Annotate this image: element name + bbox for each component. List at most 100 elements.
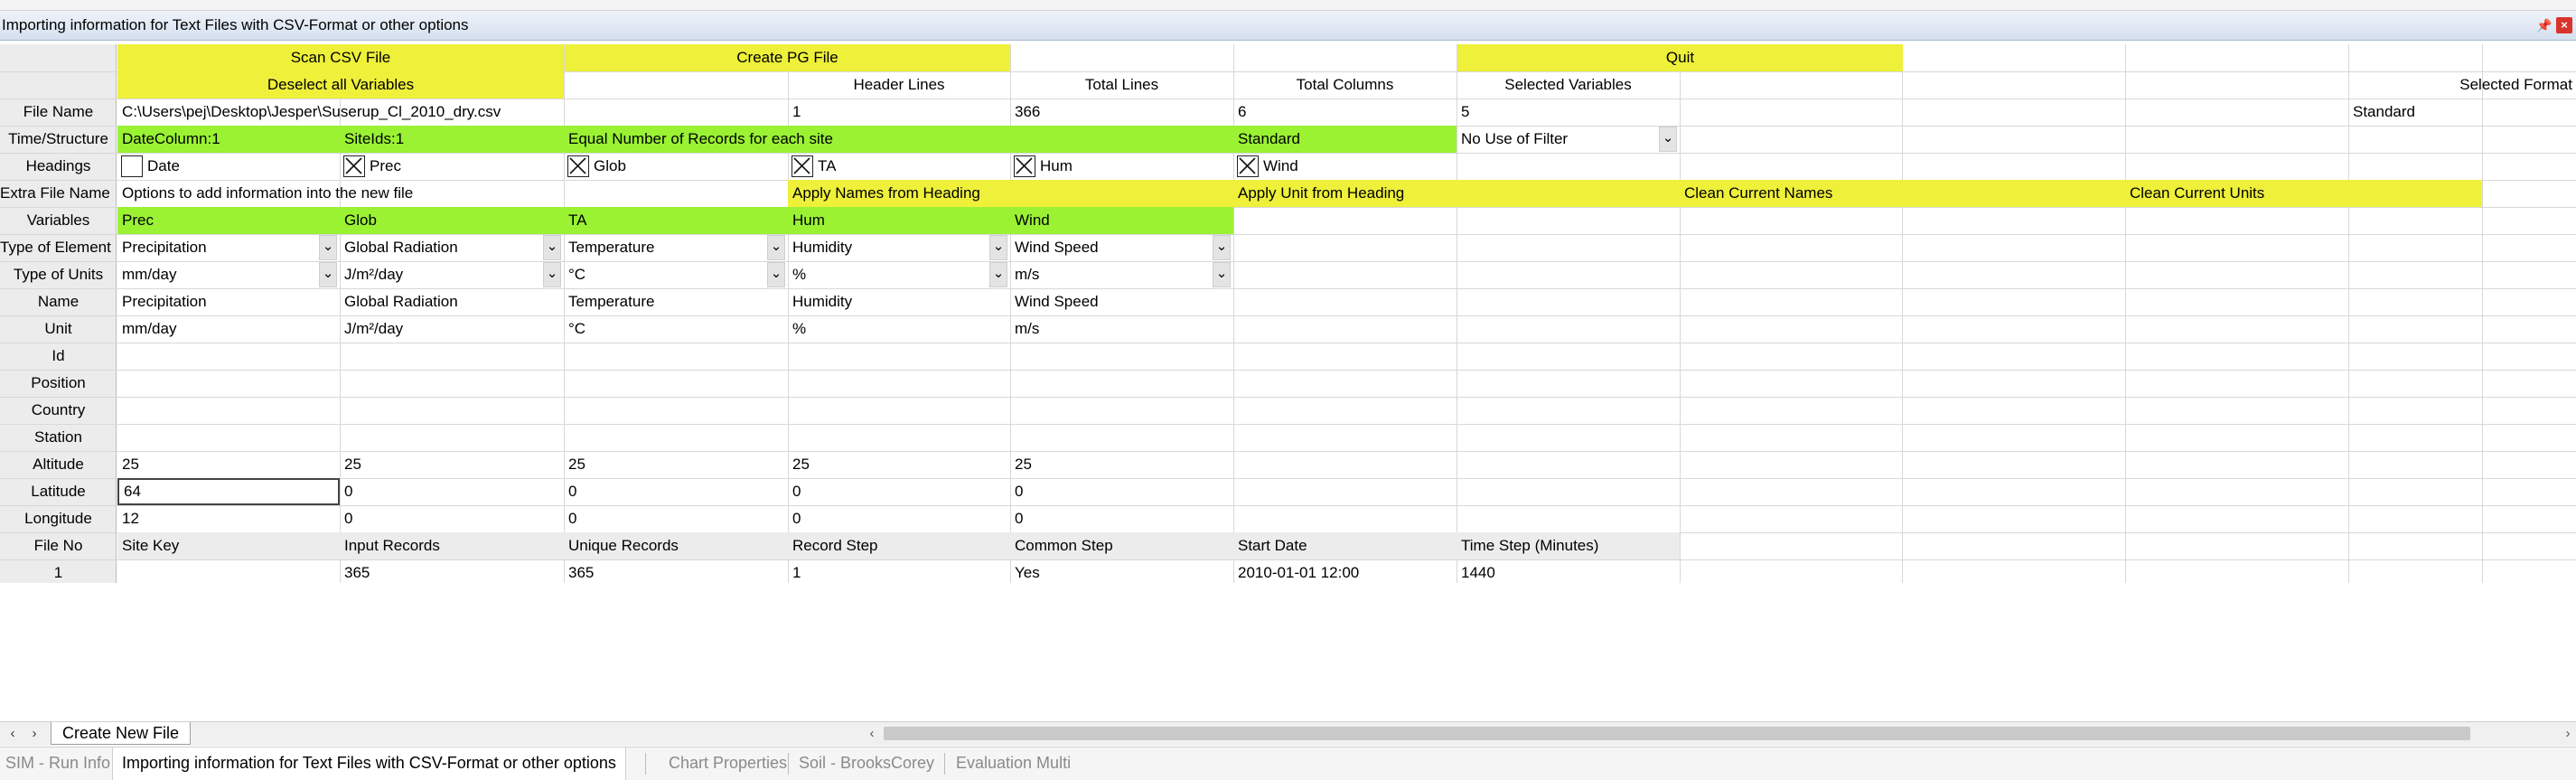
table-cell-common-step: Yes (1015, 564, 1040, 581)
longitude-wind[interactable]: 0 (1010, 505, 1233, 532)
tab-chart-properties[interactable]: Chart Properties (669, 747, 787, 780)
variable-hum[interactable]: Hum (788, 207, 1010, 234)
checkbox-hum[interactable] (1014, 155, 1035, 177)
latitude-wind[interactable]: 0 (1010, 478, 1233, 505)
longitude-prec[interactable]: 12 (117, 505, 340, 532)
checkbox-glob[interactable] (567, 155, 589, 177)
top-strip (0, 0, 2576, 11)
variable-prec[interactable]: Prec (117, 207, 340, 234)
checkbox-prec[interactable] (343, 155, 365, 177)
create-pg-button[interactable]: Create PG File (565, 44, 1010, 71)
longitude-ta[interactable]: 0 (564, 505, 788, 532)
col-header-start-date: Start Date (1233, 532, 1457, 559)
longitude-hum[interactable]: 0 (788, 505, 1010, 532)
name-hum[interactable]: Humidity (788, 288, 1010, 315)
latitude-prec[interactable]: 64 (117, 478, 340, 505)
checkbox-wind[interactable] (1237, 155, 1259, 177)
element-select-wind[interactable]: Wind Speed (1010, 234, 1233, 261)
header-lines-value[interactable]: 1 (788, 99, 1010, 126)
chevron-down-icon[interactable]: ⌄ (319, 262, 337, 287)
variable-wind[interactable]: Wind (1010, 207, 1233, 234)
apply-names-button[interactable]: Apply Names from Heading (788, 180, 1233, 207)
deselect-all-button[interactable]: Deselect all Variables (117, 71, 564, 99)
chevron-down-icon[interactable]: ⌄ (989, 262, 1007, 287)
unit-hum[interactable]: % (788, 315, 1010, 343)
filter-select[interactable]: No Use of Filter (1457, 126, 1680, 153)
name-prec[interactable]: Precipitation (117, 288, 340, 315)
row-label-type-of-units: Type of Units (13, 266, 104, 283)
quit-button[interactable]: Quit (1457, 44, 1903, 71)
pin-icon[interactable]: 📌 (2536, 17, 2553, 33)
units-select-hum[interactable]: % (788, 261, 1010, 288)
variable-glob[interactable]: Glob (340, 207, 564, 234)
unit-glob[interactable]: J/m²/day (340, 315, 564, 343)
unit-prec[interactable]: mm/day (117, 315, 340, 343)
horizontal-scrollbar[interactable]: ‹ › (864, 725, 2576, 742)
units-select-ta[interactable]: °C (564, 261, 788, 288)
element-select-ta[interactable]: Temperature (564, 234, 788, 261)
tab-sim-run-info[interactable]: SIM - Run Info (5, 747, 110, 780)
name-ta[interactable]: Temperature (564, 288, 788, 315)
scroll-left-icon[interactable]: ‹ (864, 725, 880, 742)
element-select-glob[interactable]: Global Radiation (340, 234, 564, 261)
tab-create-new-file[interactable]: Create New File (51, 722, 192, 745)
tab-importing-information[interactable]: Importing information for Text Files wit… (112, 747, 626, 780)
apply-unit-button[interactable]: Apply Unit from Heading (1233, 180, 1680, 207)
altitude-ta[interactable]: 25 (564, 451, 788, 478)
unit-wind[interactable]: m/s (1010, 315, 1233, 343)
chevron-right-icon[interactable]: › (25, 725, 43, 743)
clean-names-button[interactable]: Clean Current Names (1680, 180, 2125, 207)
scan-csv-button[interactable]: Scan CSV File (117, 44, 564, 71)
site-ids-cell[interactable]: SiteIds:1 (340, 126, 564, 153)
chevron-down-icon[interactable]: ⌄ (319, 235, 337, 260)
checkbox-date[interactable] (121, 155, 143, 177)
chevron-left-icon[interactable]: ‹ (4, 725, 22, 743)
date-column-cell[interactable]: DateColumn:1 (117, 126, 340, 153)
table-cell-time-step: 1440 (1461, 564, 1495, 581)
checkbox-ta[interactable] (792, 155, 813, 177)
altitude-hum[interactable]: 25 (788, 451, 1010, 478)
variable-ta[interactable]: TA (564, 207, 788, 234)
chevron-down-icon[interactable]: ⌄ (1659, 127, 1677, 152)
heading-ta-label: TA (818, 157, 837, 174)
altitude-wind[interactable]: 25 (1010, 451, 1233, 478)
row-label-id: Id (52, 347, 65, 364)
standard-cell[interactable]: Standard (1233, 126, 1457, 153)
table-cell-site-key[interactable] (117, 559, 340, 583)
chevron-down-icon[interactable]: ⌄ (767, 235, 785, 260)
altitude-glob[interactable]: 25 (340, 451, 564, 478)
altitude-prec[interactable]: 25 (117, 451, 340, 478)
element-select-hum[interactable]: Humidity (788, 234, 1010, 261)
name-wind[interactable]: Wind Speed (1010, 288, 1233, 315)
scroll-right-icon[interactable]: › (2560, 725, 2576, 742)
chevron-down-icon[interactable]: ⌄ (767, 262, 785, 287)
latitude-hum[interactable]: 0 (788, 478, 1010, 505)
chevron-down-icon[interactable]: ⌄ (543, 262, 561, 287)
units-select-glob[interactable]: J/m²/day (340, 261, 564, 288)
scrollbar-thumb[interactable] (884, 727, 2470, 740)
chevron-down-icon[interactable]: ⌄ (1213, 235, 1231, 260)
element-select-prec[interactable]: Precipitation (117, 234, 340, 261)
chevron-down-icon[interactable]: ⌄ (543, 235, 561, 260)
name-glob[interactable]: Global Radiation (340, 288, 564, 315)
tab-soil-brookscorey[interactable]: Soil - BrooksCorey (799, 747, 934, 780)
file-path-value[interactable]: C:\Users\pej\Desktop\Jesper\Suserup_Cl_2… (117, 99, 788, 126)
close-icon[interactable]: × (2556, 17, 2572, 33)
longitude-glob[interactable]: 0 (340, 505, 564, 532)
clean-units-button[interactable]: Clean Current Units (2125, 180, 2482, 207)
units-select-wind[interactable]: m/s (1010, 261, 1233, 288)
row-label-time-structure: Time/Structure (8, 130, 108, 147)
latitude-ta[interactable]: 0 (564, 478, 788, 505)
latitude-glob[interactable]: 0 (340, 478, 564, 505)
unit-ta[interactable]: °C (564, 315, 788, 343)
row-label-country: Country (31, 401, 86, 418)
selected-format-label: Selected Format (2459, 76, 2572, 93)
tab-evaluation-multi[interactable]: Evaluation Multi (956, 747, 1071, 780)
total-columns-label: Total Columns (1296, 76, 1394, 93)
equal-records-cell[interactable]: Equal Number of Records for each site (564, 126, 1233, 153)
col-header-input-records: Input Records (340, 532, 564, 559)
chevron-down-icon[interactable]: ⌄ (989, 235, 1007, 260)
units-select-prec[interactable]: mm/day (117, 261, 340, 288)
selected-format-value[interactable]: Standard (2348, 99, 2482, 126)
chevron-down-icon[interactable]: ⌄ (1213, 262, 1231, 287)
